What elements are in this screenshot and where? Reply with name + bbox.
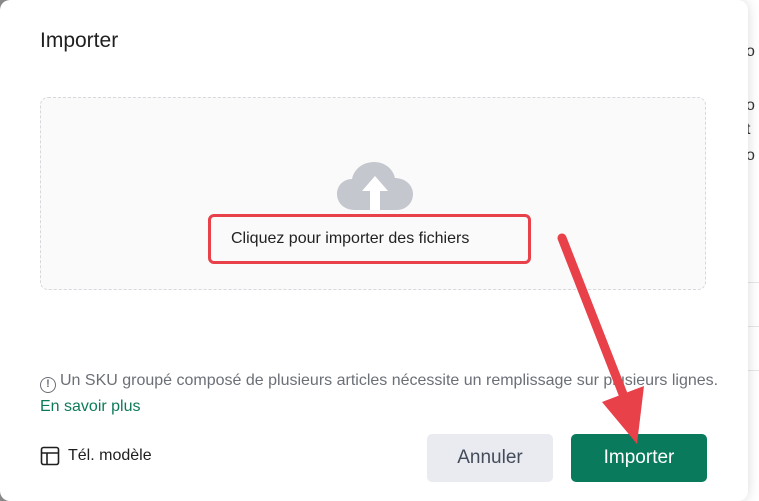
- info-icon: !: [40, 377, 56, 393]
- info-text: Un SKU groupé composé de plusieurs artic…: [60, 372, 719, 389]
- cloud-upload-icon: [337, 162, 413, 210]
- import-button[interactable]: Importer: [571, 434, 707, 482]
- table-template-icon: [40, 446, 60, 466]
- info-message: ! Un SKU groupé composé de plusieurs arti…: [40, 368, 720, 420]
- download-template-link[interactable]: Tél. modèle: [40, 446, 152, 466]
- cancel-button[interactable]: Annuler: [427, 434, 553, 482]
- dialog-title: Importer: [40, 29, 119, 52]
- annotation-highlight-box: [208, 214, 531, 264]
- file-dropzone[interactable]: Cliquez pour importer des fichiers: [40, 97, 706, 290]
- download-template-label: Tél. modèle: [68, 447, 152, 464]
- import-dialog: Importer Cliquez pour importer des fichi…: [0, 0, 748, 501]
- learn-more-link[interactable]: En savoir plus: [40, 398, 141, 415]
